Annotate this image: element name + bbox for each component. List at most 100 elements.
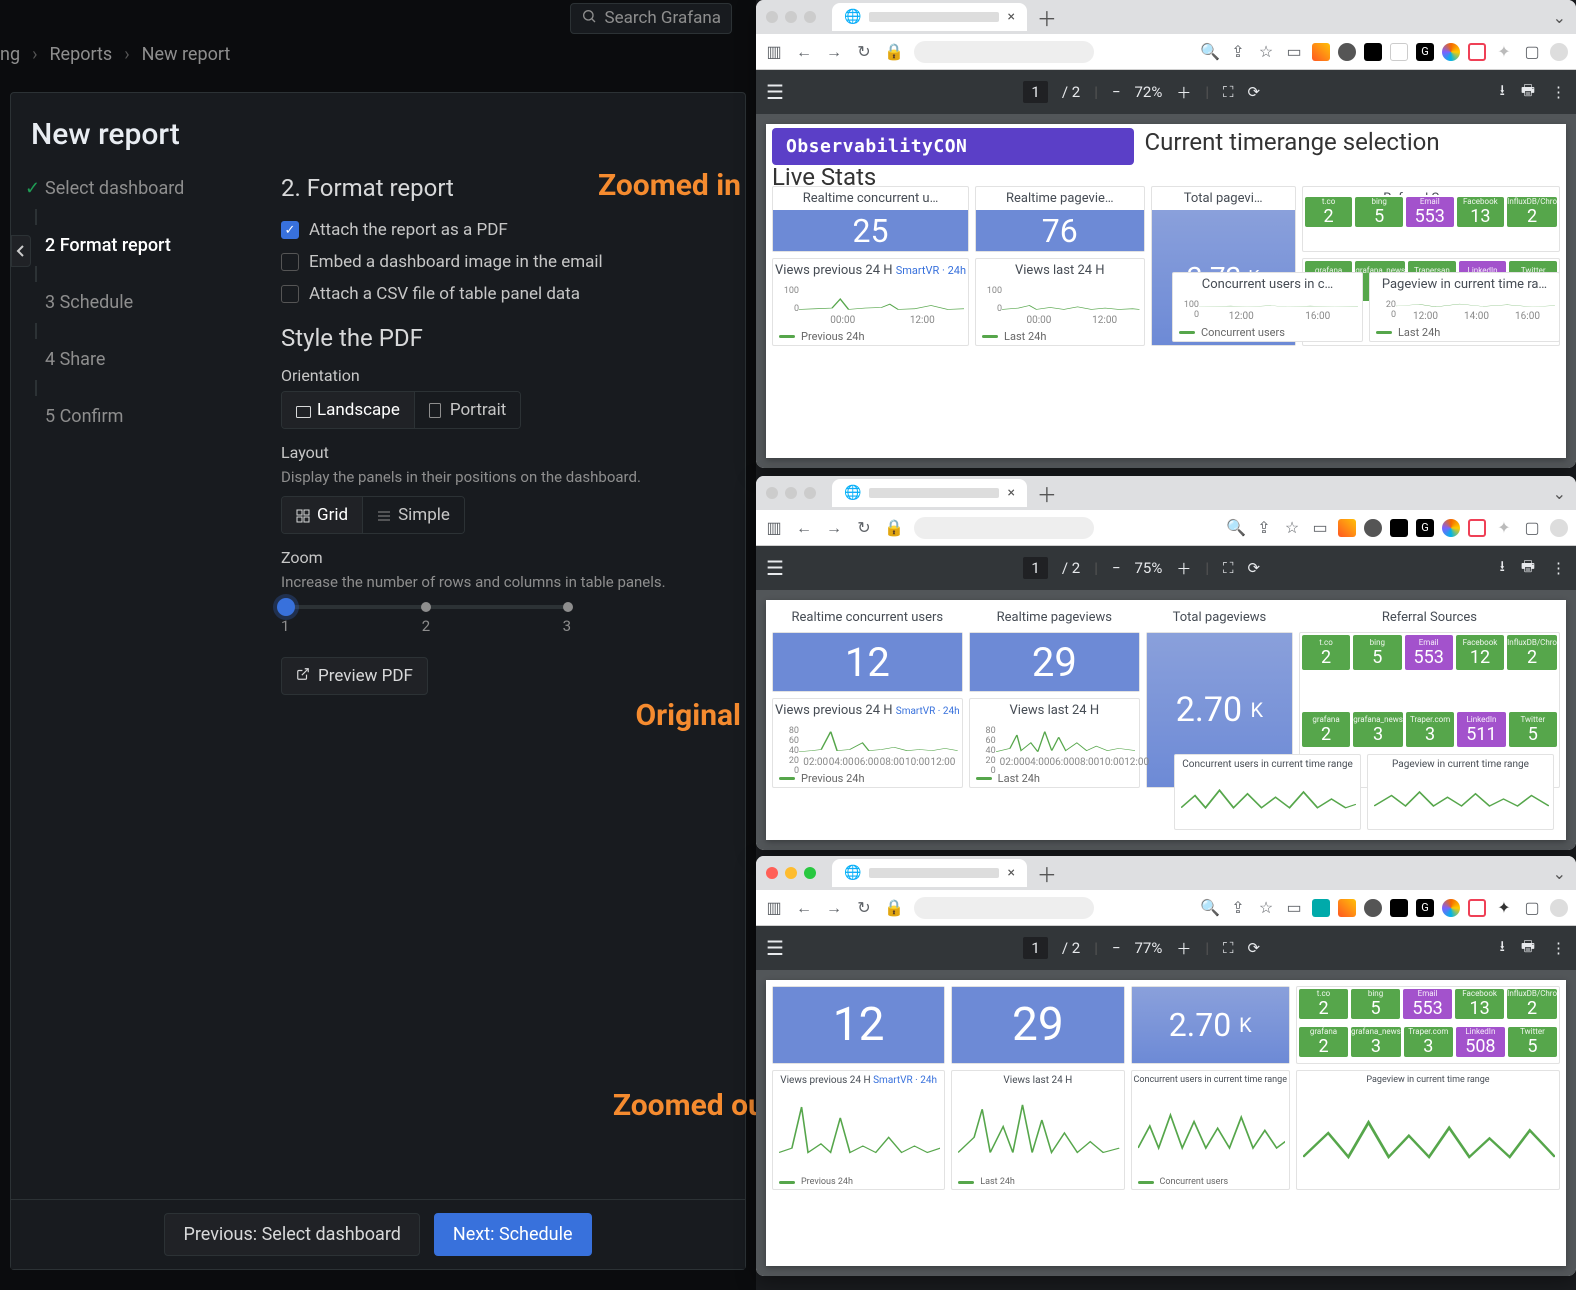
window-icon[interactable]: ▢ (1522, 898, 1542, 918)
fit-icon[interactable]: ⛶ (1223, 939, 1234, 957)
forward-icon[interactable]: → (824, 42, 844, 62)
browser-tab[interactable]: 🌐× (832, 3, 1027, 31)
ext-icon[interactable] (1338, 519, 1356, 537)
tabs-icon[interactable]: ▭ (1310, 518, 1330, 538)
download-icon[interactable]: ⭳ (1500, 556, 1505, 581)
close-icon[interactable]: × (1007, 485, 1014, 501)
global-search[interactable]: Search Grafana (570, 3, 733, 34)
page-current[interactable]: 1 (1023, 81, 1047, 103)
zoom-icon[interactable]: 🔍 (1200, 42, 1220, 62)
fit-icon[interactable]: ⛶ (1223, 83, 1234, 101)
preview-pdf-button[interactable]: Preview PDF (281, 657, 428, 695)
check-embed-image[interactable]: Embed a dashboard image in the email (281, 252, 721, 272)
download-icon[interactable]: ⭳ (1500, 936, 1505, 961)
puzzle-icon[interactable]: ✦ (1494, 42, 1514, 62)
ext-icon[interactable] (1364, 519, 1382, 537)
page-current[interactable]: 1 (1023, 937, 1047, 959)
ext-icon[interactable]: G (1416, 519, 1434, 537)
new-tab-button[interactable]: ＋ (1037, 3, 1057, 32)
crumb-new-report[interactable]: New report (142, 44, 231, 65)
zoom-out-button[interactable]: − (1112, 559, 1121, 577)
close-icon[interactable]: × (1007, 9, 1014, 25)
ext-icon[interactable] (1390, 899, 1408, 917)
step-confirm[interactable]: 5 Confirm (35, 396, 281, 437)
ext-icon[interactable]: G (1416, 899, 1434, 917)
url-field[interactable] (914, 41, 1094, 63)
ext-icon[interactable] (1390, 519, 1408, 537)
page-current[interactable]: 1 (1023, 557, 1047, 579)
ext-icon[interactable] (1390, 43, 1408, 61)
fit-icon[interactable]: ⛶ (1223, 559, 1234, 577)
zoom-icon[interactable]: 🔍 (1200, 898, 1220, 918)
ext-icon[interactable] (1338, 43, 1356, 61)
grafana-ext-icon[interactable] (1442, 899, 1460, 917)
ext-icon[interactable] (1364, 43, 1382, 61)
print-icon[interactable]: 🖶 (1521, 936, 1535, 961)
layout-simple[interactable]: Simple (363, 497, 464, 533)
window-icon[interactable]: ▢ (1522, 42, 1542, 62)
back-icon[interactable]: ← (794, 898, 814, 918)
share-icon[interactable]: ⇪ (1228, 42, 1248, 62)
download-icon[interactable]: ⭳ (1500, 80, 1505, 105)
browser-tab[interactable]: 🌐× (832, 479, 1027, 507)
zoom-slider[interactable]: 1 2 3 (281, 605, 571, 635)
star-icon[interactable]: ☆ (1256, 898, 1276, 918)
crumb-reports[interactable]: Reports (49, 44, 112, 65)
grafana-ext-icon[interactable] (1442, 519, 1460, 537)
zoom-out-button[interactable]: − (1112, 83, 1121, 101)
star-icon[interactable]: ☆ (1282, 518, 1302, 538)
avatar[interactable] (1550, 899, 1568, 917)
next-button[interactable]: Next: Schedule (434, 1213, 592, 1256)
share-icon[interactable]: ⇪ (1228, 898, 1248, 918)
step-select-dashboard[interactable]: Select dashboard (35, 168, 281, 209)
chevron-down-icon[interactable]: ⌄ (1553, 864, 1566, 883)
tabs-icon[interactable]: ▭ (1284, 898, 1304, 918)
print-icon[interactable]: 🖶 (1521, 556, 1535, 581)
check-attach-csv[interactable]: Attach a CSV file of table panel data (281, 284, 721, 304)
new-tab-button[interactable]: ＋ (1037, 479, 1057, 508)
zoom-in-button[interactable]: ＋ (1176, 938, 1191, 959)
browser-tab[interactable]: 🌐× (832, 859, 1027, 887)
share-icon[interactable]: ⇪ (1254, 518, 1274, 538)
chevron-down-icon[interactable]: ⌄ (1553, 484, 1566, 503)
step-share[interactable]: 4 Share (35, 339, 281, 380)
star-icon[interactable]: ☆ (1256, 42, 1276, 62)
window-icon[interactable]: ▢ (1522, 518, 1542, 538)
reload-icon[interactable]: ↻ (854, 898, 874, 918)
reload-icon[interactable]: ↻ (854, 42, 874, 62)
sidebar-icon[interactable]: ▥ (764, 898, 784, 918)
more-icon[interactable]: ⋮ (1551, 83, 1566, 101)
pocket-icon[interactable] (1468, 43, 1486, 61)
sidebar-icon[interactable]: ▥ (764, 42, 784, 62)
more-icon[interactable]: ⋮ (1551, 939, 1566, 957)
rotate-icon[interactable]: ⟳ (1248, 559, 1261, 577)
ext-icon[interactable] (1312, 899, 1330, 917)
crumb-ng[interactable]: ng (0, 44, 20, 65)
more-icon[interactable]: ⋮ (1551, 559, 1566, 577)
url-field[interactable] (914, 897, 1094, 919)
collapse-sidebar-handle[interactable] (11, 235, 31, 267)
new-tab-button[interactable]: ＋ (1037, 859, 1057, 888)
avatar[interactable] (1550, 519, 1568, 537)
orientation-landscape[interactable]: Landscape (282, 392, 415, 428)
forward-icon[interactable]: → (824, 898, 844, 918)
zoom-in-button[interactable]: ＋ (1176, 558, 1191, 579)
menu-icon[interactable]: ☰ (766, 556, 784, 580)
menu-icon[interactable]: ☰ (766, 80, 784, 104)
step-schedule[interactable]: 3 Schedule (35, 282, 281, 323)
url-field[interactable] (914, 517, 1094, 539)
tabs-icon[interactable]: ▭ (1284, 42, 1304, 62)
rotate-icon[interactable]: ⟳ (1248, 939, 1261, 957)
pocket-icon[interactable] (1468, 899, 1486, 917)
ext-icon[interactable]: G (1416, 43, 1434, 61)
puzzle-icon[interactable]: ✦ (1494, 898, 1514, 918)
pocket-icon[interactable] (1468, 519, 1486, 537)
chevron-down-icon[interactable]: ⌄ (1553, 8, 1566, 27)
slider-thumb[interactable] (277, 598, 295, 616)
reload-icon[interactable]: ↻ (854, 518, 874, 538)
step-format-report[interactable]: 2 Format report (35, 225, 281, 266)
menu-icon[interactable]: ☰ (766, 936, 784, 960)
ext-icon[interactable] (1338, 899, 1356, 917)
back-icon[interactable]: ← (794, 518, 814, 538)
print-icon[interactable]: 🖶 (1521, 80, 1535, 105)
